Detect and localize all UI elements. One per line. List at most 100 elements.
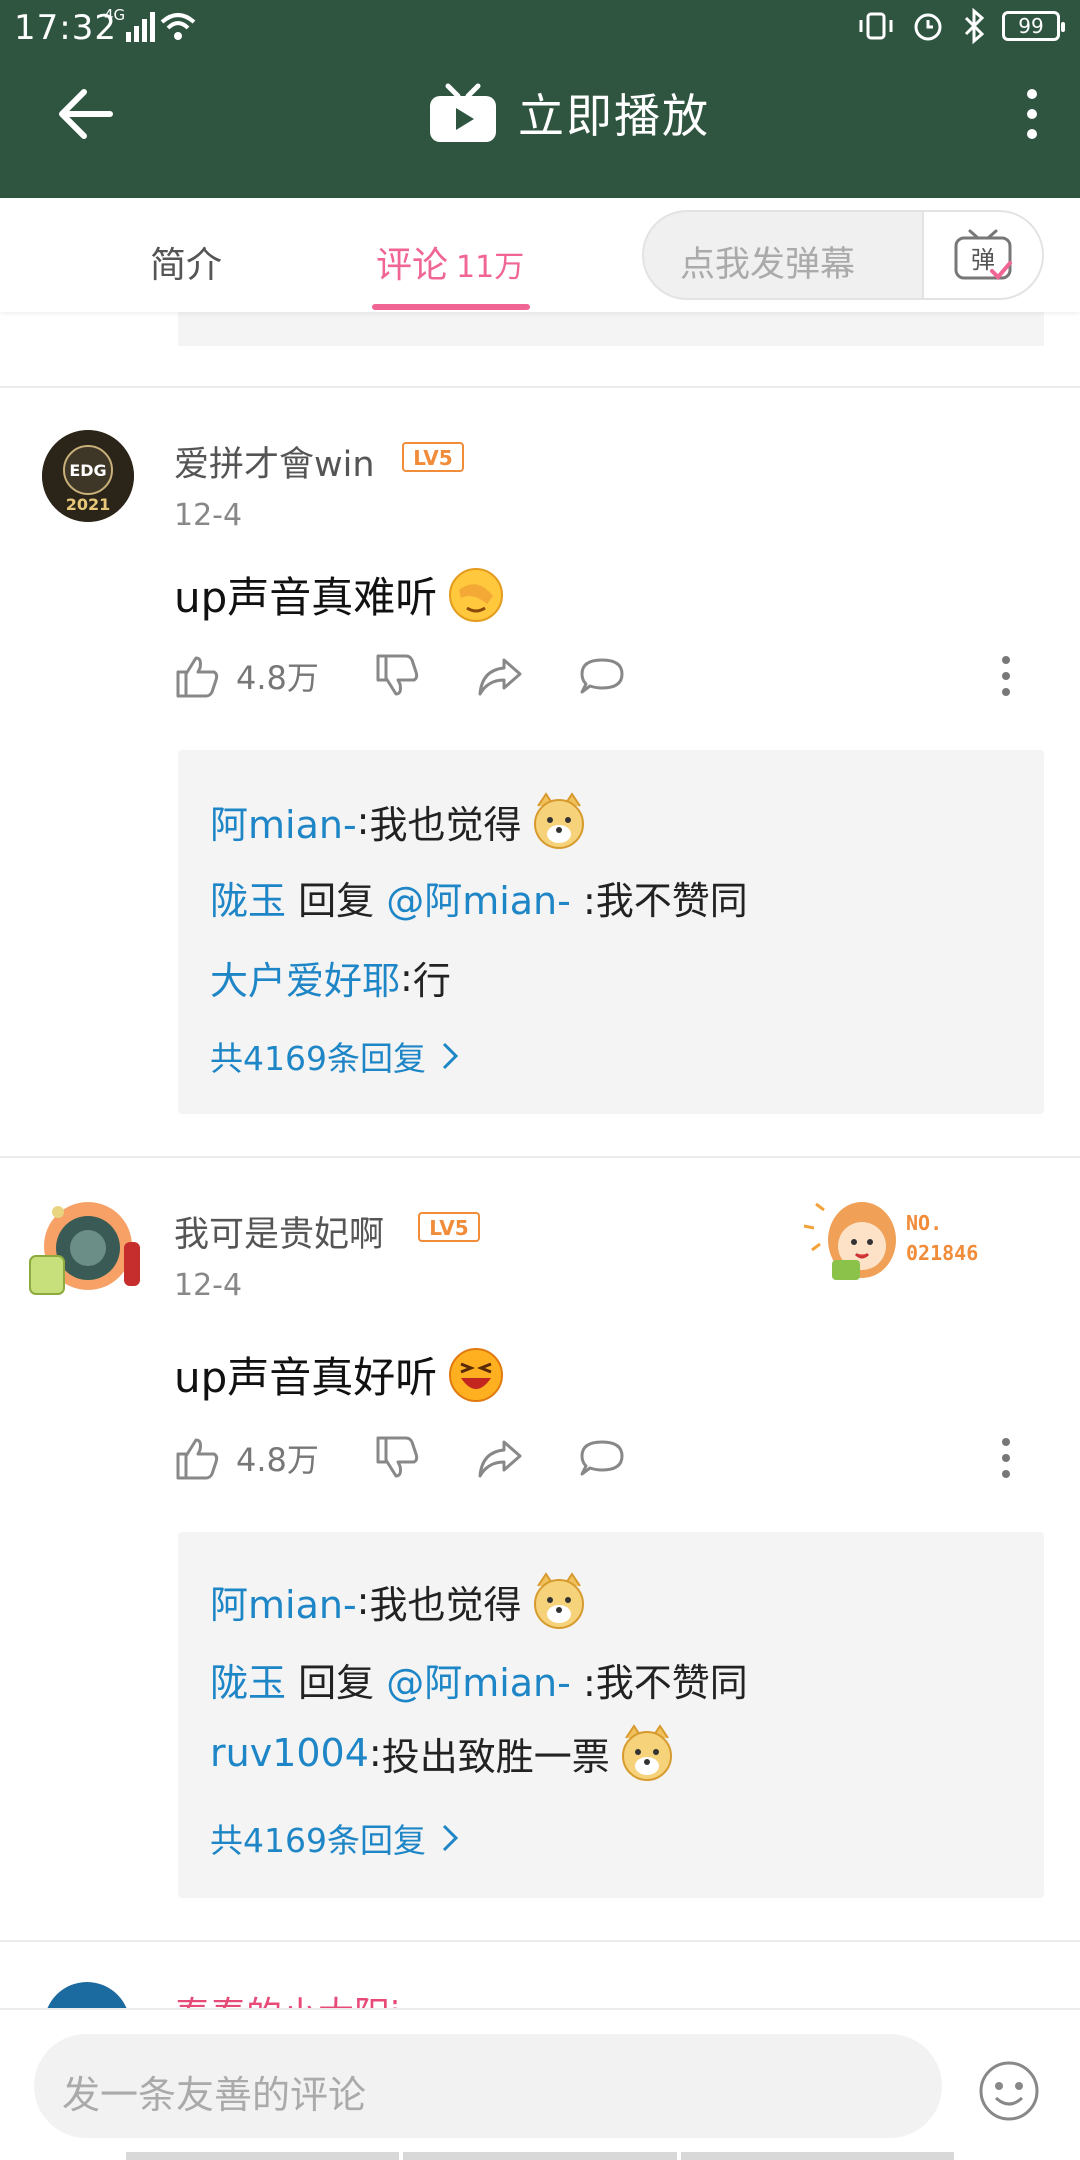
reply-connector: 回复 bbox=[286, 1661, 387, 1705]
more-vertical-icon bbox=[1002, 1438, 1010, 1478]
tab-intro[interactable]: 简介 bbox=[150, 236, 222, 288]
emoji-picker-icon[interactable] bbox=[978, 2060, 1040, 2122]
thumb-down-icon bbox=[376, 654, 419, 696]
chevron-right-icon bbox=[442, 1042, 459, 1070]
comment-input-placeholder: 发一条友善的评论 bbox=[62, 2073, 367, 2117]
edg-logo-avatar: EDG 2021 bbox=[42, 430, 134, 522]
reply-text: 投出致胜一票 bbox=[381, 1734, 610, 1779]
chat-bubble-icon bbox=[580, 1440, 624, 1476]
share-icon bbox=[478, 658, 522, 696]
chat-bubble-icon bbox=[580, 658, 624, 694]
navigation-bar bbox=[126, 2152, 954, 2160]
like-button[interactable]: 4.8万 bbox=[174, 1434, 319, 1482]
reply-text: 我也觉得 bbox=[369, 1582, 522, 1627]
like-button[interactable]: 4.8万 bbox=[174, 652, 319, 700]
more-replies-link[interactable]: 共4169条回复 bbox=[210, 1032, 460, 1080]
svg-text:EDG: EDG bbox=[69, 461, 106, 480]
svg-text:LV5: LV5 bbox=[429, 1216, 468, 1240]
thumb-up-icon bbox=[176, 1438, 219, 1480]
reply-button[interactable] bbox=[578, 1434, 626, 1482]
comment-more-button[interactable] bbox=[1000, 652, 1012, 700]
svg-text:LV5: LV5 bbox=[413, 446, 452, 470]
reply-line[interactable]: 阿mian- : 我也觉得 bbox=[210, 1572, 588, 1630]
comment-input[interactable]: 发一条友善的评论 bbox=[34, 2034, 942, 2138]
more-replies-label: 共4169条回复 bbox=[210, 1821, 426, 1860]
like-count: 4.8万 bbox=[236, 1441, 319, 1479]
avatar[interactable] bbox=[28, 1190, 144, 1300]
reply-separator: : bbox=[356, 799, 370, 843]
dislike-button[interactable] bbox=[374, 652, 422, 700]
doge-emoji-icon bbox=[621, 1724, 672, 1781]
danmaku-button[interactable]: 弹 bbox=[922, 212, 1042, 298]
reply-mention[interactable]: @阿mian- bbox=[386, 1652, 571, 1707]
tab-comments-count: 11万 bbox=[456, 250, 525, 285]
chevron-right-icon bbox=[442, 1824, 459, 1852]
username[interactable]: 爱拼才會win bbox=[174, 436, 375, 487]
reply-preview-box[interactable]: 阿mian- : 我也觉得 陇玉 回复 @阿mian- :我不赞同 ruv100… bbox=[178, 1532, 1044, 1898]
back-arrow-icon[interactable] bbox=[52, 84, 116, 144]
fan-badge: NO. 021846 bbox=[798, 1190, 1018, 1286]
reply-button[interactable] bbox=[578, 652, 626, 700]
tab-comments[interactable]: 评论 11万 bbox=[376, 236, 524, 288]
divider bbox=[0, 1156, 1080, 1158]
like-count: 4.8万 bbox=[236, 659, 319, 697]
reply-text: 我也觉得 bbox=[369, 802, 522, 847]
doge-emoji-icon bbox=[533, 792, 584, 849]
reply-line[interactable]: 陇玉 回复 @阿mian- :我不赞同 bbox=[210, 870, 748, 925]
comment-input-bar: 发一条友善的评论 bbox=[0, 2008, 1080, 2160]
status-bar: 17:32 4G 99 bbox=[0, 0, 1080, 56]
reply-preview-box[interactable]: 阿mian- : 我也觉得 陇玉 回复 @阿mian- :我不赞同 大户爱好耶 … bbox=[178, 750, 1044, 1114]
reply-mention[interactable]: @阿mian- bbox=[386, 870, 571, 925]
reply-author[interactable]: ruv1004 bbox=[210, 1731, 369, 1775]
tab-bar: 简介 评论 11万 点我发弹幕 弹 bbox=[0, 198, 1080, 312]
reply-connector: 回复 bbox=[286, 879, 387, 923]
vibrate-icon bbox=[859, 12, 893, 40]
reply-author[interactable]: 大户爱好耶 bbox=[210, 950, 400, 1005]
reply-author[interactable]: 阿mian- bbox=[210, 794, 357, 849]
share-button[interactable] bbox=[476, 652, 524, 700]
network-type: 4G bbox=[104, 6, 126, 24]
divider bbox=[0, 1940, 1080, 1942]
comment-text: up声音真好听 bbox=[174, 1344, 505, 1405]
comment-date: 12-4 bbox=[174, 1268, 243, 1303]
dislike-button[interactable] bbox=[374, 1434, 422, 1482]
comment-more-button[interactable] bbox=[1000, 1434, 1012, 1482]
reply-line[interactable]: 陇玉 回复 @阿mian- :我不赞同 bbox=[210, 1652, 748, 1707]
umaru-badge-icon: NO. 021846 bbox=[803, 1202, 978, 1280]
comment-actions: 4.8万 bbox=[174, 1434, 1034, 1494]
danmaku-placeholder: 点我发弹幕 bbox=[680, 245, 856, 285]
danmaku-input[interactable]: 点我发弹幕 弹 bbox=[642, 210, 1044, 300]
wifi-icon bbox=[160, 13, 196, 40]
reply-author[interactable]: 阿mian- bbox=[210, 1574, 357, 1629]
reply-separator: : bbox=[356, 1579, 370, 1623]
more-replies-link[interactable]: 共4169条回复 bbox=[210, 1814, 460, 1862]
tv-play-icon bbox=[430, 83, 496, 142]
reply-text: :我不赞同 bbox=[570, 1661, 748, 1705]
share-button[interactable] bbox=[476, 1434, 524, 1482]
signal-icon bbox=[126, 12, 155, 42]
reply-line[interactable]: ruv1004 : 投出致胜一票 bbox=[210, 1724, 676, 1782]
avatar[interactable]: EDG 2021 bbox=[42, 430, 134, 522]
comment-actions: 4.8万 bbox=[174, 652, 1034, 712]
title-group: 立即播放 bbox=[428, 80, 710, 146]
alarm-icon bbox=[914, 13, 942, 41]
reply-author[interactable]: 陇玉 bbox=[210, 1652, 286, 1707]
svg-text:021846: 021846 bbox=[906, 1241, 978, 1265]
svg-text:NO.: NO. bbox=[906, 1211, 942, 1235]
more-vertical-icon[interactable] bbox=[1022, 84, 1042, 144]
svg-text:2021: 2021 bbox=[66, 495, 111, 514]
reply-separator: : bbox=[368, 1731, 382, 1775]
danmaku-tv-icon: 弹 bbox=[954, 229, 1012, 280]
reply-line[interactable]: 大户爱好耶 : 行 bbox=[210, 950, 451, 1005]
more-replies-label: 共4169条回复 bbox=[210, 1039, 426, 1078]
comment-date: 12-4 bbox=[174, 498, 243, 533]
thumb-down-icon bbox=[376, 1436, 419, 1478]
thumb-up-icon bbox=[176, 656, 219, 698]
divider bbox=[0, 386, 1080, 388]
decorated-avatar bbox=[29, 1202, 140, 1295]
reply-author[interactable]: 陇玉 bbox=[210, 870, 286, 925]
reply-text: 行 bbox=[412, 959, 451, 1003]
username[interactable]: 我可是贵妃啊 bbox=[174, 1206, 384, 1257]
comment-text: up声音真难听 bbox=[174, 564, 505, 625]
reply-line[interactable]: 阿mian- : 我也觉得 bbox=[210, 792, 588, 850]
